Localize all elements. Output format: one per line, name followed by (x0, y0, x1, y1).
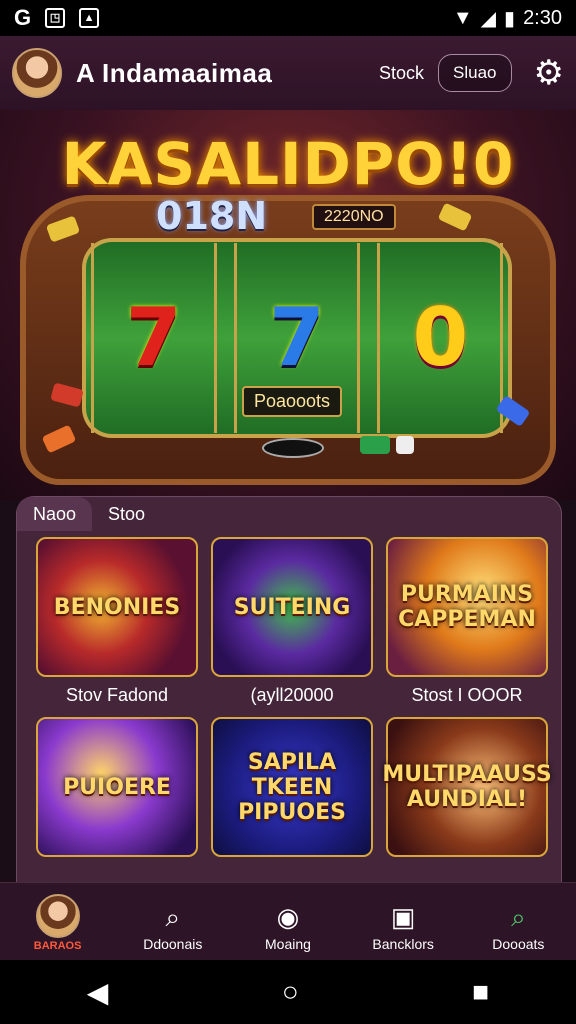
hero-title: KASALIDPO!0 (61, 130, 515, 198)
nav-item-profile[interactable]: BARAOS (8, 894, 108, 952)
nav-item-chat[interactable]: ◉ Moaing (238, 900, 338, 952)
avatar (35, 894, 80, 938)
tab-naoo[interactable]: Naoo (17, 497, 93, 531)
reel-symbol: 0 (412, 291, 469, 384)
panel-tabs: Naoo Stoo (17, 497, 161, 531)
stock-link[interactable]: Stock (379, 63, 424, 84)
app-bar: A Indamaaimaa Stock Sluao ⚙ (0, 36, 576, 110)
game-thumbnail[interactable]: PURMAINS CAPPEMAN (386, 537, 548, 677)
game-card[interactable]: SAPILA TKEEN PIPUOES (210, 717, 374, 887)
nav-label: Doooats (492, 936, 545, 952)
reel-symbol: 7 (269, 291, 325, 384)
nav-label: BARAOS (33, 940, 82, 952)
hero-number: 018N (156, 194, 268, 238)
games-grid: BENONIES Stov Fadond SUITEING (ayll20000… (35, 537, 552, 887)
game-thumbnail[interactable]: BENONIES (36, 537, 198, 677)
nav-label: Moaing (265, 936, 311, 952)
hero-score: 2220NO (312, 204, 396, 230)
wallet-icon: ▣ (390, 902, 416, 932)
game-card[interactable]: MULTIPAAUSS AUNDIAL! (382, 717, 552, 887)
status-bar: G ◳ ▲ ▼ ◢ ▮ 2:30 (0, 0, 576, 36)
game-card[interactable]: SUITEING (ayll20000 (210, 537, 374, 707)
system-nav-bar: ◀ ○ ■ (0, 960, 576, 1024)
search-icon: ⌕ (511, 902, 526, 932)
game-card[interactable]: BENONIES Stov Fadond (35, 537, 199, 707)
header-button[interactable]: Sluao (438, 54, 512, 92)
hero-banner[interactable]: KASALIDPO!0 018N 2220NO 7 7 0 Poaooots (0, 110, 576, 500)
signal-icon: ◢ (480, 7, 497, 30)
bottom-nav: BARAOS ⌕ Ddoonais ◉ Moaing ▣ Bancklors ⌕… (0, 882, 576, 960)
recents-icon[interactable]: ■ (472, 976, 489, 1008)
profile-avatar[interactable] (12, 48, 62, 98)
dice-icon (396, 436, 414, 454)
nav-item-discover[interactable]: ⌕ Doooats (468, 900, 568, 952)
game-card[interactable]: PUIOERE (35, 717, 199, 887)
reel-3: 0 (377, 243, 504, 433)
reel-1: 7 (90, 243, 217, 433)
game-title: (ayll20000 (250, 685, 334, 705)
photo-icon: ▲ (79, 8, 100, 28)
nav-item-wallet[interactable]: ▣ Bancklors (353, 900, 453, 952)
nav-label: Ddoonais (143, 936, 203, 952)
game-thumbnail[interactable]: PUIOERE (36, 717, 198, 857)
chat-icon: ◉ (276, 902, 300, 932)
home-icon[interactable]: ○ (282, 976, 299, 1008)
coin-slot (262, 438, 324, 458)
image-icon: ◳ (45, 8, 66, 28)
chip-icon (360, 436, 390, 454)
games-panel: Naoo Stoo BENONIES Stov Fadond SUITEING … (16, 496, 562, 894)
search-icon: ⌕ (165, 902, 181, 932)
game-thumbnail[interactable]: SUITEING (211, 537, 373, 677)
reel-symbol: 7 (125, 291, 182, 384)
game-title: Stost I OOOR (411, 685, 523, 705)
game-card[interactable]: PURMAINS CAPPEMAN Stost I OOOR (385, 537, 549, 707)
game-thumbnail[interactable]: MULTIPAAUSS AUNDIAL! (382, 717, 552, 857)
wifi-icon: ▼ (452, 6, 473, 29)
app-title: A Indamaaimaa (76, 57, 273, 88)
game-title: Stov Fadond (65, 685, 169, 705)
gear-icon[interactable]: ⚙ (534, 53, 564, 93)
back-icon[interactable]: ◀ (87, 976, 109, 1009)
nav-label: Bancklors (372, 936, 434, 952)
game-thumbnail[interactable]: SAPILA TKEEN PIPUOES (211, 717, 373, 857)
nav-item-search[interactable]: ⌕ Ddoonais (123, 900, 223, 952)
status-time: 2:30 (523, 6, 562, 29)
battery-icon: ▮ (504, 7, 516, 30)
tab-stoo[interactable]: Stoo (92, 497, 161, 531)
reel-label: Poaooots (242, 386, 343, 417)
sync-icon: G (14, 5, 32, 30)
